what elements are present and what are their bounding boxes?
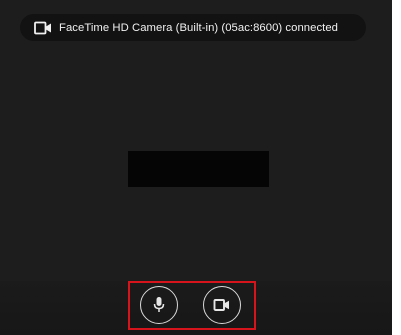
video-camera-icon — [213, 298, 231, 312]
device-connected-toast: FaceTime HD Camera (Built-in) (05ac:8600… — [20, 14, 366, 41]
video-call-view: FaceTime HD Camera (Built-in) (05ac:8600… — [0, 0, 392, 335]
video-camera-icon — [34, 21, 52, 35]
video-tile — [128, 151, 269, 187]
toast-message: FaceTime HD Camera (Built-in) (05ac:8600… — [59, 21, 339, 34]
screenshot-canvas: FaceTime HD Camera (Built-in) (05ac:8600… — [0, 0, 401, 335]
camera-toggle-button[interactable] — [203, 286, 241, 324]
microphone-icon — [152, 296, 166, 314]
microphone-toggle-button[interactable] — [140, 286, 178, 324]
